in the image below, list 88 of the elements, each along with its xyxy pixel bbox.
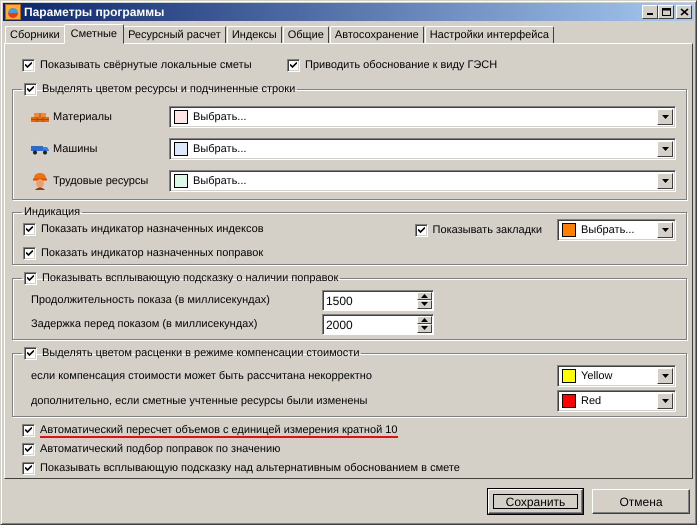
tab[interactable]: Индексы	[226, 26, 282, 43]
dropdown-button[interactable]	[657, 393, 673, 409]
minimize-button[interactable]	[642, 5, 658, 19]
checkmark-icon	[27, 350, 34, 357]
close-icon	[680, 8, 688, 16]
checkmark-icon	[25, 62, 32, 68]
dropdown-button[interactable]	[657, 141, 673, 157]
checkbox[interactable]	[23, 247, 36, 260]
checkbox-label[interactable]: Показывать всплывающую подсказку над альтернативным обоснованием в смете	[40, 462, 460, 475]
up-arrow-icon	[421, 294, 428, 298]
color-dropdown[interactable]: Red	[557, 390, 676, 412]
number-field[interactable]: 1500	[322, 290, 434, 310]
checkbox-label[interactable]: Показывать всплывающую подсказку о наличии поправок	[42, 271, 338, 286]
spin-down-button[interactable]	[417, 300, 432, 308]
checkbox[interactable]	[24, 83, 37, 96]
checkbox[interactable]	[22, 443, 35, 456]
option-label: если компенсация стоимости может быть рассчитана некорректно	[31, 370, 372, 382]
checkmark-icon	[26, 226, 33, 233]
spin-up-button[interactable]	[417, 292, 432, 300]
dialog-button[interactable]: Отмена	[592, 489, 690, 514]
caret-icon	[662, 228, 668, 232]
caret-icon	[662, 147, 668, 151]
color-dropdown[interactable]: Выбрать...	[169, 170, 676, 192]
dropdown-button[interactable]	[657, 109, 673, 125]
checkbox[interactable]	[24, 272, 37, 285]
checkmark-icon	[27, 86, 34, 93]
tab[interactable]: Сборники	[5, 26, 65, 43]
resource-label: Машины	[53, 143, 98, 155]
caret-icon	[662, 374, 668, 378]
checkbox[interactable]	[22, 462, 35, 475]
dropdown-button[interactable]	[657, 368, 673, 384]
checkmark-icon	[418, 226, 425, 234]
tab[interactable]: Сметные	[64, 24, 124, 44]
checkmark-icon	[27, 275, 34, 282]
tab[interactable]: Ресурсный расчет	[123, 26, 226, 43]
checkbox-label[interactable]: Приводить обоснование к виду ГЭСН	[305, 58, 498, 72]
checkmark-icon	[290, 62, 297, 68]
resource-label: Трудовые ресурсы	[53, 175, 148, 187]
dropdown-button[interactable]	[657, 173, 673, 189]
dialog-button[interactable]: Сохранить	[488, 489, 583, 514]
option-label: дополнительно, если сметные учтенные ресурсы были изменены	[31, 395, 368, 407]
field-label: Задержка перед показом (в миллисекундах)	[30, 318, 258, 330]
maximize-icon	[662, 8, 670, 16]
checkbox-label[interactable]: Показать индикатор назначенных поправок	[41, 247, 264, 260]
spin-down-button[interactable]	[417, 324, 432, 332]
tab[interactable]: Настройки интерфейса	[424, 26, 554, 43]
maximize-button[interactable]	[658, 5, 674, 19]
worker-icon	[33, 173, 47, 190]
checkbox-label[interactable]: Показывать закладки	[432, 224, 542, 236]
caret-icon	[662, 115, 668, 119]
dropdown-button[interactable]	[657, 222, 673, 238]
checkmark-icon	[25, 427, 32, 434]
checkbox[interactable]	[24, 347, 37, 360]
number-field[interactable]: 2000	[322, 314, 434, 334]
color-dropdown[interactable]: Выбрать...	[169, 106, 676, 128]
checkbox-label[interactable]: Выделять цветом ресурсы и подчиненные строки	[42, 82, 296, 97]
up-arrow-icon	[421, 318, 428, 322]
field-label: Продолжительность показа (в миллисекундах)	[30, 294, 271, 306]
group-title: Индикация	[24, 206, 80, 218]
window-title: Параметры программы	[24, 5, 166, 19]
checkbox-label[interactable]: Автоматический подбор поправок по значению	[40, 443, 280, 456]
checkmark-icon	[25, 465, 32, 472]
color-dropdown[interactable]: Выбрать...	[169, 138, 676, 160]
color-dropdown[interactable]: Выбрать...	[557, 219, 676, 241]
checkbox[interactable]	[22, 424, 35, 437]
checkbox[interactable]	[287, 58, 300, 72]
tab[interactable]: Общие	[282, 26, 329, 43]
checkmark-icon	[25, 446, 32, 453]
close-button[interactable]	[676, 5, 692, 19]
color-dropdown[interactable]: Yellow	[557, 365, 676, 387]
checkbox[interactable]	[22, 58, 35, 72]
checkbox-label[interactable]: Выделять цветом расценки в режиме компенсации стоимости	[42, 346, 360, 361]
truck-icon	[31, 146, 49, 154]
checkmark-icon	[26, 250, 33, 257]
down-arrow-icon	[421, 326, 428, 330]
checkbox-label[interactable]: Показать индикатор назначенных индексов	[41, 223, 264, 236]
checkbox-label[interactable]: Автоматический пересчет объемов с единицей измерения кратной 10	[40, 424, 398, 438]
down-arrow-icon	[421, 302, 428, 306]
checkbox-label[interactable]: Показывать свёрнутые локальные сметы	[40, 58, 252, 72]
resource-label: Материалы	[53, 111, 112, 123]
app-icon	[5, 4, 21, 20]
checkbox[interactable]	[414, 224, 428, 236]
tab[interactable]: Автосохранение	[330, 26, 424, 43]
checkbox[interactable]	[23, 223, 36, 236]
caret-icon	[662, 179, 668, 183]
caret-icon	[662, 399, 668, 403]
bricks-icon	[30, 112, 50, 122]
spin-up-button[interactable]	[417, 316, 432, 324]
